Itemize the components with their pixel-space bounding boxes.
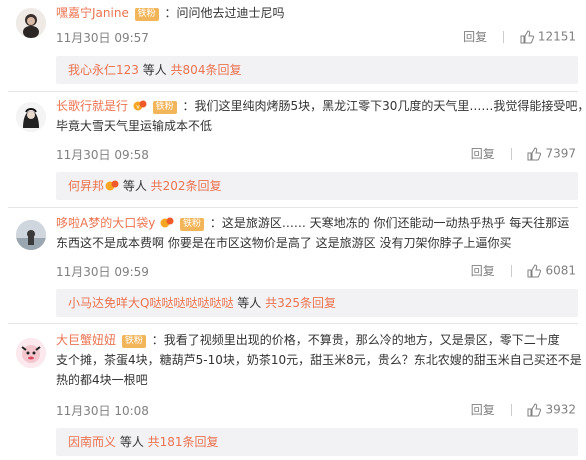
divider (510, 147, 512, 160)
comment-text: 热的都4块一根吧 (56, 373, 148, 387)
username[interactable]: 长歌行就是行 (56, 99, 128, 113)
reply-middle-text: 等人 (116, 435, 148, 449)
fan-badge: 铁粉 (179, 218, 204, 231)
thumb-up-icon (527, 147, 542, 161)
thumb-up-icon (527, 264, 542, 278)
comment-text: 东西这不是成本费啊 你要是在市区这物价是高了 这是旅游区 没有刀架你脖子上逼你买 (56, 236, 512, 250)
vip-icon (105, 180, 119, 191)
reply-username[interactable]: 何昇邦 (68, 179, 104, 193)
timestamp: 11月30日 10:08 (56, 404, 149, 418)
vip-icon (160, 217, 174, 228)
vip-icon: v (133, 100, 147, 111)
avatar[interactable] (16, 8, 46, 38)
timestamp: 11月30日 09:59 (56, 265, 149, 279)
reply-middle-text: 等人 (138, 63, 171, 77)
comment-text: ：问问他去过迪士尼吗 (164, 6, 285, 20)
comment-line: 长歌行就是行 v 铁粉 ：我们这里纯肉烤肠5块，黑龙江零下30几度的天气里……我… (56, 96, 586, 116)
reply-count-link[interactable]: 共202条回复 (151, 179, 222, 193)
thumb-up-icon (527, 403, 542, 417)
like-button[interactable]: 6081 (527, 263, 576, 278)
comment-line: 东西这不是成本费啊 你要是在市区这物价是高了 这是旅游区 没有刀架你脖子上逼你买 (56, 233, 578, 253)
reply-summary[interactable]: 我心永仁123 等人 共804条回复 (56, 56, 578, 84)
divider (510, 403, 512, 416)
username[interactable]: 哆啦A梦的大口袋y (56, 216, 155, 230)
like-count: 12151 (537, 29, 576, 44)
thumb-up-icon (520, 30, 534, 44)
comment-line: 支个摊，茶蛋4块，糖葫芦5-10块，奶茶10元，甜玉米8元，贵么？东北农嫂的甜玉… (56, 350, 582, 370)
reply-count-link[interactable]: 共804条回复 (171, 63, 242, 77)
timestamp: 11月30日 09:57 (56, 31, 149, 45)
comment-line: 嘿嘉宁Janine 铁粉 ：问问他去过迪士尼吗 (56, 3, 578, 23)
reply-username[interactable]: 我心永仁123 (68, 63, 139, 77)
reply-summary[interactable]: 何昇邦 等人 共202条回复 (56, 172, 578, 200)
comment-actions: 回复 6081 (471, 262, 576, 279)
fan-badge: 铁粉 (121, 335, 146, 348)
username[interactable]: 嘿嘉宁Janine (56, 6, 129, 20)
reply-username[interactable]: 小马达免咩大Q哒哒哒哒哒哒哒 (68, 296, 233, 310)
reply-button[interactable]: 回复 (471, 264, 495, 278)
divider (8, 91, 578, 92)
svg-text:v: v (136, 104, 140, 111)
reply-count-link[interactable]: 共325条回复 (265, 296, 336, 310)
like-button[interactable]: 7397 (527, 146, 576, 161)
comment-text: 毕竟大雪天气里运输成本不低 (56, 119, 213, 133)
like-count: 7397 (545, 146, 576, 161)
comment-line: 热的都4块一根吧 (56, 370, 578, 390)
avatar[interactable] (16, 220, 46, 250)
comment-line: 大巨蟹妞妞 铁粉 ：我看了视频里出现的价格，不算贵，那么冷的地方，又是景区，零下… (56, 330, 578, 350)
avatar[interactable] (16, 102, 46, 132)
comment-text: ：这是旅游区…… 天寒地冻的 你们还能动一动热乎热乎 每天往那运 (209, 216, 570, 230)
divider (502, 30, 504, 43)
reply-summary[interactable]: 小马达免咩大Q哒哒哒哒哒哒哒 等人 共325条回复 (56, 289, 578, 317)
fan-badge: 铁粉 (134, 8, 159, 21)
divider (8, 207, 578, 208)
comment-line: 哆啦A梦的大口袋y 铁粉 ：这是旅游区…… 天寒地冻的 你们还能动一动热乎热乎 … (56, 213, 578, 233)
comment-text: ：我们这里纯肉烤肠5块，黑龙江零下30几度的天气里……我觉得能接受吧， (182, 99, 586, 113)
comment-actions: 回复 7397 (471, 145, 576, 162)
divider (510, 264, 512, 277)
comment-actions: 回复 3932 (471, 401, 576, 418)
like-count: 3932 (545, 402, 576, 417)
comment-text: ：我看了视频里出现的价格，不算贵，那么冷的地方，又是景区，零下二十度 (151, 333, 560, 347)
divider (8, 323, 578, 324)
comment-line: 毕竟大雪天气里运输成本不低 (56, 116, 578, 136)
like-count: 6081 (545, 263, 576, 278)
comment-actions: 回复 12151 (463, 28, 576, 45)
fan-badge: 铁粉 (152, 101, 177, 114)
username[interactable]: 大巨蟹妞妞 (56, 333, 116, 347)
avatar[interactable] (16, 338, 46, 368)
timestamp: 11月30日 09:58 (56, 148, 149, 162)
reply-summary[interactable]: 因南而义 等人 共181条回复 (56, 428, 578, 456)
reply-button[interactable]: 回复 (471, 403, 495, 417)
reply-count-link[interactable]: 共181条回复 (148, 435, 219, 449)
like-button[interactable]: 3932 (527, 402, 576, 417)
reply-username[interactable]: 因南而义 (68, 435, 116, 449)
reply-middle-text: 等人 (119, 179, 151, 193)
reply-button[interactable]: 回复 (463, 30, 487, 44)
like-button[interactable]: 12151 (520, 29, 576, 44)
reply-middle-text: 等人 (233, 296, 266, 310)
comment-text: 支个摊，茶蛋4块，糖葫芦5-10块，奶茶10元，甜玉米8元，贵么？东北农嫂的甜玉… (56, 353, 582, 367)
reply-button[interactable]: 回复 (471, 147, 495, 161)
